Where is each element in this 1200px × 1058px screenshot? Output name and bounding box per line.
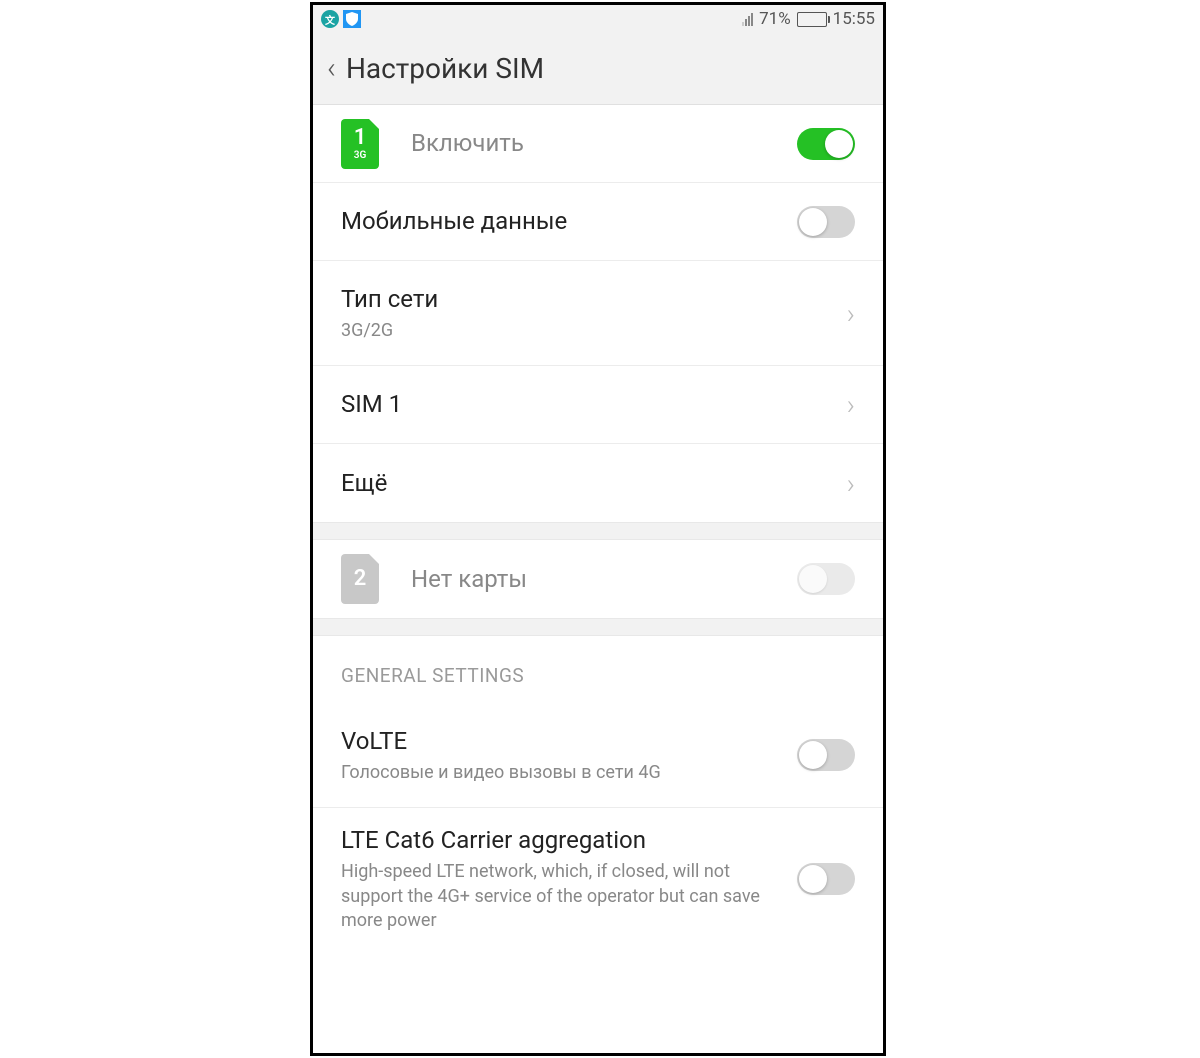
- volte-label: VoLTE: [341, 725, 797, 757]
- chevron-right-icon: ›: [847, 388, 855, 421]
- sim2-icon-number: 2: [354, 568, 367, 590]
- sim2-icon: 2: [341, 554, 379, 604]
- network-type-row[interactable]: Тип сети 3G/2G ›: [313, 261, 883, 366]
- sim1-enable-toggle[interactable]: [797, 128, 855, 160]
- lte-cat6-sub: High-speed LTE network, which, if closed…: [341, 860, 777, 933]
- battery-icon: [797, 12, 827, 27]
- section-header-general: GENERAL SETTINGS: [313, 636, 883, 703]
- volte-row[interactable]: VoLTE Голосовые и видео вызовы в сети 4G: [313, 703, 883, 808]
- signal-icon: [742, 12, 753, 26]
- battery-percent: 71%: [759, 9, 791, 29]
- clock: 15:55: [833, 9, 875, 29]
- phone-frame: 文 71% 15:55 ‹ Настройки SIM 1 3G: [310, 2, 886, 1056]
- volte-sub: Голосовые и видео вызовы в сети 4G: [341, 761, 797, 785]
- translate-icon: 文: [321, 10, 339, 28]
- network-type-label: Тип сети: [341, 283, 847, 315]
- sim1-enable-label: Включить: [411, 127, 797, 159]
- more-label: Ещё: [341, 467, 847, 499]
- lte-cat6-toggle[interactable]: [797, 863, 855, 895]
- sim1-settings-label: SIM 1: [341, 388, 847, 420]
- mobile-data-row[interactable]: Мобильные данные: [313, 183, 883, 261]
- sim1-enable-row[interactable]: 1 3G Включить: [313, 105, 883, 183]
- sim1-settings-row[interactable]: SIM 1 ›: [313, 366, 883, 444]
- sim1-icon-sub: 3G: [354, 151, 367, 161]
- volte-toggle[interactable]: [797, 739, 855, 771]
- network-type-value: 3G/2G: [341, 319, 847, 343]
- more-row[interactable]: Ещё ›: [313, 444, 883, 522]
- sim1-icon: 1 3G: [341, 119, 379, 169]
- chevron-right-icon: ›: [847, 467, 855, 500]
- shield-icon: [343, 10, 361, 28]
- lte-cat6-label: LTE Cat6 Carrier aggregation: [341, 824, 777, 856]
- header: ‹ Настройки SIM: [313, 33, 883, 105]
- back-icon[interactable]: ‹: [327, 51, 336, 86]
- lte-cat6-row[interactable]: LTE Cat6 Carrier aggregation High-speed …: [313, 808, 883, 949]
- chevron-right-icon: ›: [847, 297, 855, 330]
- page-title: Настройки SIM: [346, 52, 544, 85]
- status-right: 71% 15:55: [742, 9, 875, 29]
- sim2-row: 2 Нет карты: [313, 540, 883, 618]
- status-left: 文: [321, 10, 361, 28]
- status-bar: 文 71% 15:55: [313, 5, 883, 33]
- mobile-data-toggle[interactable]: [797, 206, 855, 238]
- section-gap: [313, 618, 883, 636]
- sim1-icon-number: 1: [354, 127, 367, 149]
- section-gap: [313, 522, 883, 540]
- sim2-toggle: [797, 563, 855, 595]
- sim2-label: Нет карты: [411, 563, 797, 595]
- mobile-data-label: Мобильные данные: [341, 205, 797, 237]
